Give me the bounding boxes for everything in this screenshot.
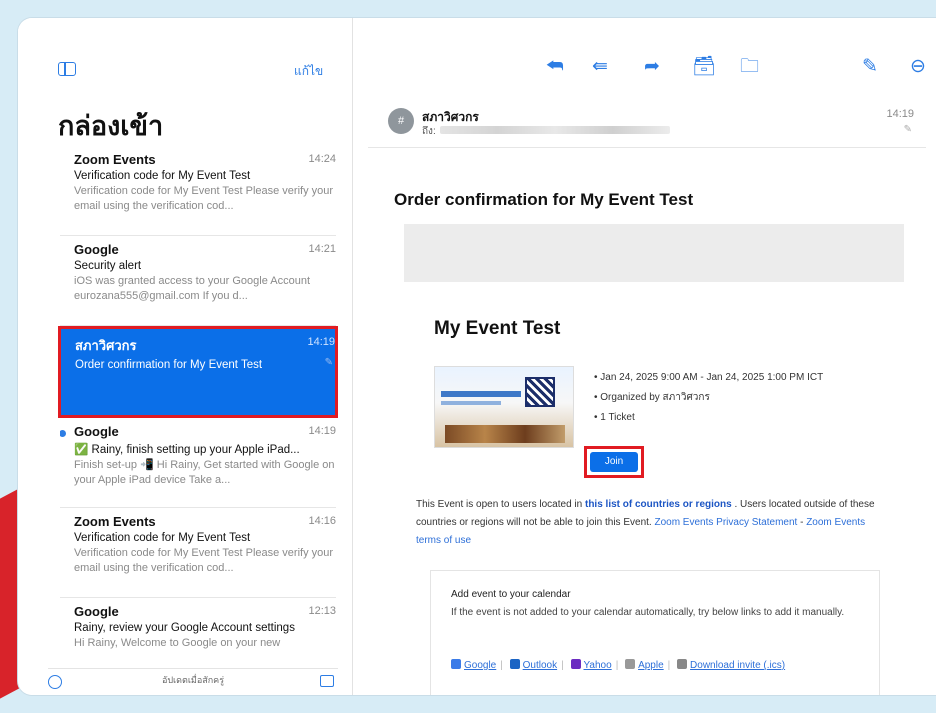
event-details: Jan 24, 2025 9:00 AM - Jan 24, 2025 1:00… <box>594 368 823 428</box>
attachment-icon: ✎ <box>903 124 912 135</box>
compose-icon[interactable]: ✎ <box>862 52 878 82</box>
mail-app-window: แก้ไข กล่องเข้า Zoom Events 14:24 Verifi… <box>18 18 936 695</box>
message-preview: Verification code for My Event Test Plea… <box>74 185 334 212</box>
message-row[interactable]: Google 14:19 ✅ Rainy, finish setting up … <box>60 418 336 508</box>
reply-all-icon[interactable]: ⇚ <box>592 52 608 82</box>
google-calendar-icon <box>451 659 461 669</box>
message-subject: ✅ Rainy, finish setting up your Apple iP… <box>74 444 300 456</box>
separator: | <box>561 660 564 671</box>
message-list: Zoom Events 14:24 Verification code for … <box>58 146 338 658</box>
message-list-pane: แก้ไข กล่องเข้า Zoom Events 14:24 Verifi… <box>18 18 353 695</box>
message-row-selected[interactable]: สภาวิศวกร 14:19 Order confirmation for M… <box>58 326 338 418</box>
event-card: My Event Test Jan 24, 2025 9:00 AM - Jan… <box>404 288 904 695</box>
recipient-redacted <box>440 126 670 134</box>
attachment-icon: ✎ <box>324 357 333 368</box>
notice-text: - <box>797 517 807 528</box>
event-thumbnail <box>434 366 574 448</box>
message-detail-pane: ⮪ ⇚ ➦ 🗃 🗀 ✎ ⊖ # สภาวิศวกร ถึง: 14:19 ✎ O… <box>354 18 936 695</box>
privacy-statement-link[interactable]: Zoom Events Privacy Statement <box>654 517 797 528</box>
message-row[interactable]: Zoom Events 14:24 Verification code for … <box>60 146 336 236</box>
calendar-box: Add event to your calendar If the event … <box>430 570 880 695</box>
message-time: 14:21 <box>308 243 336 255</box>
qr-code-icon <box>525 377 555 407</box>
yahoo-calendar-link[interactable]: Yahoo <box>584 660 612 671</box>
message-subject: Verification code for My Event Test <box>74 532 251 544</box>
event-tickets: 1 Ticket <box>594 408 823 428</box>
download-invite-link[interactable]: Download invite (.ics) <box>690 660 785 671</box>
message-sender: Zoom Events <box>74 514 156 529</box>
separator: | <box>500 660 503 671</box>
message-subject: Security alert <box>74 260 142 272</box>
message-sender: Google <box>74 424 119 439</box>
message-time: 14:19 <box>308 425 336 437</box>
reply-icon[interactable]: ⮪ <box>546 52 564 82</box>
message-toolbar: ⮪ ⇚ ➦ 🗃 🗀 ✎ ⊖ <box>354 52 936 82</box>
separator: | <box>615 660 619 671</box>
message-subject: Rainy, review your Google Account settin… <box>74 622 295 634</box>
outlook-calendar-link[interactable]: Outlook <box>523 660 557 671</box>
list-bottom-bar: อัปเดตเมื่อสักครู่ <box>48 668 338 695</box>
google-calendar-link[interactable]: Google <box>464 660 496 671</box>
apple-icon <box>625 659 636 669</box>
thumbnail-graphic <box>441 401 501 405</box>
event-organizer: Organized by สภาวิศวกร <box>594 388 823 408</box>
event-title: My Event Test <box>434 318 561 339</box>
inbox-title: กล่องเข้า <box>58 111 164 141</box>
unread-dot-icon <box>60 430 66 437</box>
message-row[interactable]: Zoom Events 14:16 Verification code for … <box>60 508 336 598</box>
message-subject: Verification code for My Event Test <box>74 170 251 182</box>
message-time: 14:19 <box>886 108 914 120</box>
message-time: 12:13 <box>308 605 336 617</box>
message-preview: Verification code for My Event Test Plea… <box>74 547 334 574</box>
avatar: # <box>388 108 414 134</box>
separator: | <box>667 660 671 671</box>
sidebar-toggle-icon[interactable] <box>58 62 76 76</box>
availability-notice: This Event is open to users located in t… <box>416 496 886 550</box>
thumbnail-graphic <box>445 425 565 443</box>
join-button[interactable]: Join <box>590 452 638 472</box>
update-status: อัปเดตเมื่อสักครู่ <box>161 675 225 685</box>
filter-icon[interactable] <box>48 675 62 689</box>
edit-button[interactable]: แก้ไข <box>294 62 323 81</box>
forward-icon[interactable]: ➦ <box>644 52 660 82</box>
download-icon <box>677 659 688 669</box>
notice-text: This Event is open to users located in <box>416 499 585 510</box>
message-sender: Zoom Events <box>74 152 156 167</box>
message-preview: iOS was granted access to your Google Ac… <box>74 275 311 302</box>
calendar-links: Google | Outlook | Yahoo | Apple | Download … <box>451 659 785 671</box>
archive-icon[interactable]: 🗃 <box>692 52 716 82</box>
message-row[interactable]: Google 14:21 Security alert iOS was gran… <box>60 236 336 326</box>
calendar-title: Add event to your calendar <box>451 589 571 600</box>
to-label: ถึง: <box>422 126 436 137</box>
message-preview: Finish set-up 📲 Hi Rainy, Get started wi… <box>74 459 335 486</box>
message-sender: สภาวิศวกร <box>75 338 137 353</box>
event-date: Jan 24, 2025 9:00 AM - Jan 24, 2025 1:00… <box>594 368 823 388</box>
message-time: 14:16 <box>308 515 336 527</box>
folder-icon[interactable]: 🗀 <box>740 52 759 82</box>
thumbnail-graphic <box>441 391 521 397</box>
outlook-icon <box>509 659 520 669</box>
yahoo-icon <box>570 659 581 669</box>
more-icon[interactable]: ⊖ <box>910 52 926 82</box>
message-header: # สภาวิศวกร ถึง: 14:19 ✎ <box>368 96 926 148</box>
compose-icon[interactable] <box>320 675 334 687</box>
message-time: 14:19 <box>307 336 335 348</box>
message-sender: Google <box>74 242 119 257</box>
email-subject: Order confirmation for My Event Test <box>394 190 694 209</box>
email-banner <box>404 224 904 282</box>
message-preview: Hi Rainy, Welcome to Google on your new <box>74 637 281 649</box>
message-time: 14:24 <box>308 153 336 165</box>
countries-link[interactable]: this list of countries or regions <box>585 499 732 510</box>
apple-calendar-link[interactable]: Apple <box>638 660 664 671</box>
message-sender: Google <box>74 604 119 619</box>
message-subject: Order confirmation for My Event Test <box>75 359 263 371</box>
calendar-instructions: If the event is not added to your calend… <box>451 607 845 618</box>
message-row[interactable]: Google 12:13 Rainy, review your Google A… <box>60 598 336 658</box>
join-highlight: Join <box>584 446 644 478</box>
